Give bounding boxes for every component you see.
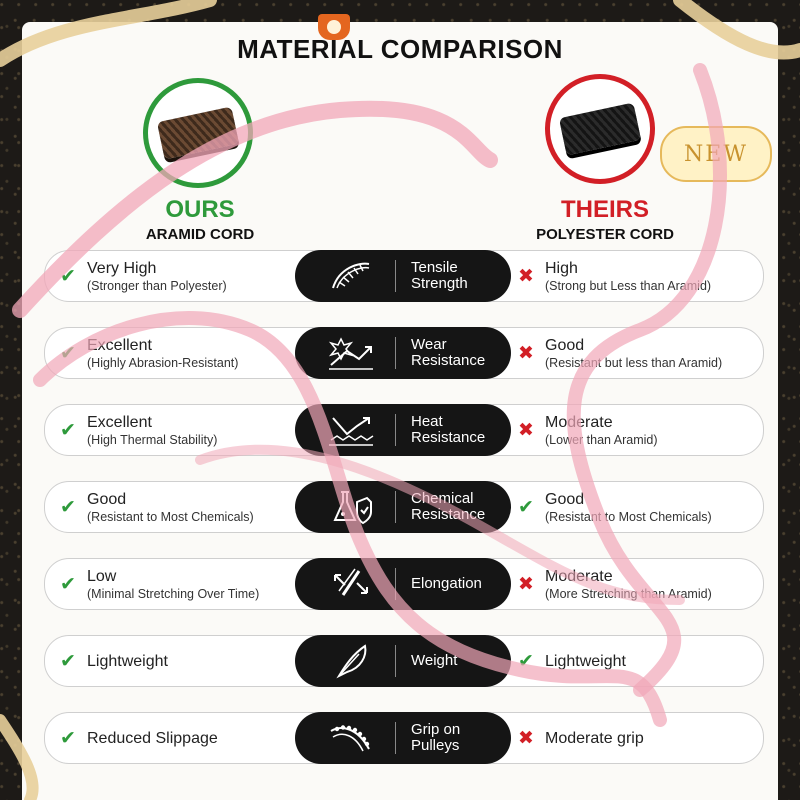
pill-divider [395,414,396,446]
ours-sub-text: (Resistant to Most Chemicals) [87,509,254,524]
polyester-belt-image [545,74,655,184]
cross-icon: ✖ [518,265,534,287]
ours-main-text: Low [87,567,117,585]
ours-sub-text: (Stronger than Polyester) [87,278,227,293]
ours-heading: OURS [165,196,235,223]
attribute-label: Weight [411,652,458,669]
attribute-label: Wear Resistance [411,336,486,369]
check-icon: ✔ [60,727,76,749]
ours-value: ✔ Excellent (Highly Abrasion-Resistant) [57,328,307,378]
heat-waves-icon [315,410,387,450]
spring-coil-icon [315,256,387,296]
theirs-main-text: Lightweight [545,652,626,670]
comparison-row: ✔ Low (Minimal Stretching Over Time) Elonga… [44,558,764,610]
ours-value: ✔ Low (Minimal Stretching Over Time) [57,559,307,609]
check-icon: ✔ [518,496,534,518]
check-icon: ✔ [518,650,534,672]
comparison-row: ✔ Reduced Slippage Grip on Pulleys ✖ Moderat… [44,712,764,764]
comparison-row: ✔ Good (Resistant to Most Chemicals) Chemic… [44,481,764,533]
theirs-sub-text: (More Stretching than Aramid) [545,586,712,601]
attribute-pill: Weight [295,635,511,687]
pill-divider [395,337,396,369]
ours-value: ✔ Lightweight [57,636,307,686]
attribute-pill: Elongation [295,558,511,610]
comparison-row: ✔ Excellent (High Thermal Stability) Heat R… [44,404,764,456]
ours-value: ✔ Good (Resistant to Most Chemicals) [57,482,307,532]
theirs-value: ✖ Moderate grip [515,713,755,763]
attribute-label: Grip on Pulleys [411,721,461,754]
theirs-value: ✔ Lightweight [515,636,755,686]
theirs-header: THEIRS POLYESTER CORD [485,196,725,243]
theirs-value: ✖ Good (Resistant but less than Aramid) [515,328,755,378]
ours-main-text: Reduced Slippage [87,729,218,747]
attribute-pill: Grip on Pulleys [295,712,511,764]
attribute-pill: Tensile Strength [295,250,511,302]
theirs-sub-text: (Resistant to Most Chemicals) [545,509,712,524]
ours-main-text: Excellent [87,413,152,431]
ours-sub-text: (Highly Abrasion-Resistant) [87,355,239,370]
theirs-main-text: Moderate [545,567,613,585]
theirs-main-text: Good [545,490,585,508]
theirs-main-text: High [545,259,578,277]
ours-header: OURS ARAMID CORD [80,196,320,243]
flask-shield-icon [315,487,387,527]
ours-sub-text: (Minimal Stretching Over Time) [87,586,260,601]
attribute-pill: Chemical Resistance [295,481,511,533]
theirs-heading: THEIRS [560,196,649,223]
pill-divider [395,260,396,292]
abrasion-wear-icon [315,333,387,373]
ours-subheading: ARAMID CORD [145,226,255,243]
aramid-belt-image [143,78,253,188]
attribute-label: Heat Resistance [411,413,486,446]
ours-value: ✔ Reduced Slippage [57,713,307,763]
pill-divider [395,568,396,600]
ours-main-text: Lightweight [87,652,168,670]
theirs-value: ✖ Moderate (Lower than Aramid) [515,405,755,455]
pill-divider [395,491,396,523]
ours-sub-text: (High Thermal Stability) [87,432,218,447]
theirs-sub-text: (Lower than Aramid) [545,432,658,447]
attribute-label: Elongation [411,575,482,592]
ours-value: ✔ Very High (Stronger than Polyester) [57,251,307,301]
cross-icon: ✖ [518,727,534,749]
pill-divider [395,645,396,677]
cross-icon: ✖ [518,419,534,441]
pulley-grip-icon [315,718,387,758]
check-icon: ✔ [60,650,76,672]
new-badge: NEW [660,126,772,182]
comparison-row: ✔ Excellent (Highly Abrasion-Resistant) Wea… [44,327,764,379]
theirs-main-text: Moderate [545,413,613,431]
check-icon: ✔ [60,496,76,518]
cross-icon: ✖ [518,342,534,364]
check-icon: ✔ [60,265,76,287]
theirs-value: ✖ Moderate (More Stretching than Aramid) [515,559,755,609]
comparison-row: ✔ Very High (Stronger than Polyester) Tensi… [44,250,764,302]
ours-value: ✔ Excellent (High Thermal Stability) [57,405,307,455]
theirs-sub-text: (Strong but Less than Aramid) [545,278,712,293]
stretch-arrows-icon [315,564,387,604]
comparison-row: ✔ Lightweight Weight ✔ Lightweight [44,635,764,687]
theirs-value: ✔ Good (Resistant to Most Chemicals) [515,482,755,532]
ours-main-text: Very High [87,259,157,277]
pill-divider [395,722,396,754]
page-title: MATERIAL COMPARISON [237,34,563,64]
theirs-main-text: Moderate grip [545,729,644,747]
ours-main-text: Good [87,490,127,508]
theirs-value: ✖ High (Strong but Less than Aramid) [515,251,755,301]
attribute-label: Chemical Resistance [411,490,486,523]
attribute-pill: Heat Resistance [295,404,511,456]
check-icon: ✔ [60,342,76,364]
check-icon: ✔ [60,573,76,595]
theirs-main-text: Good [545,336,585,354]
ours-main-text: Excellent [87,336,152,354]
theirs-subheading: POLYESTER CORD [536,226,674,243]
theirs-sub-text: (Resistant but less than Aramid) [545,355,723,370]
attribute-label: Tensile Strength [411,259,468,292]
attribute-pill: Wear Resistance [295,327,511,379]
cross-icon: ✖ [518,573,534,595]
check-icon: ✔ [60,419,76,441]
feather-icon [315,641,387,681]
